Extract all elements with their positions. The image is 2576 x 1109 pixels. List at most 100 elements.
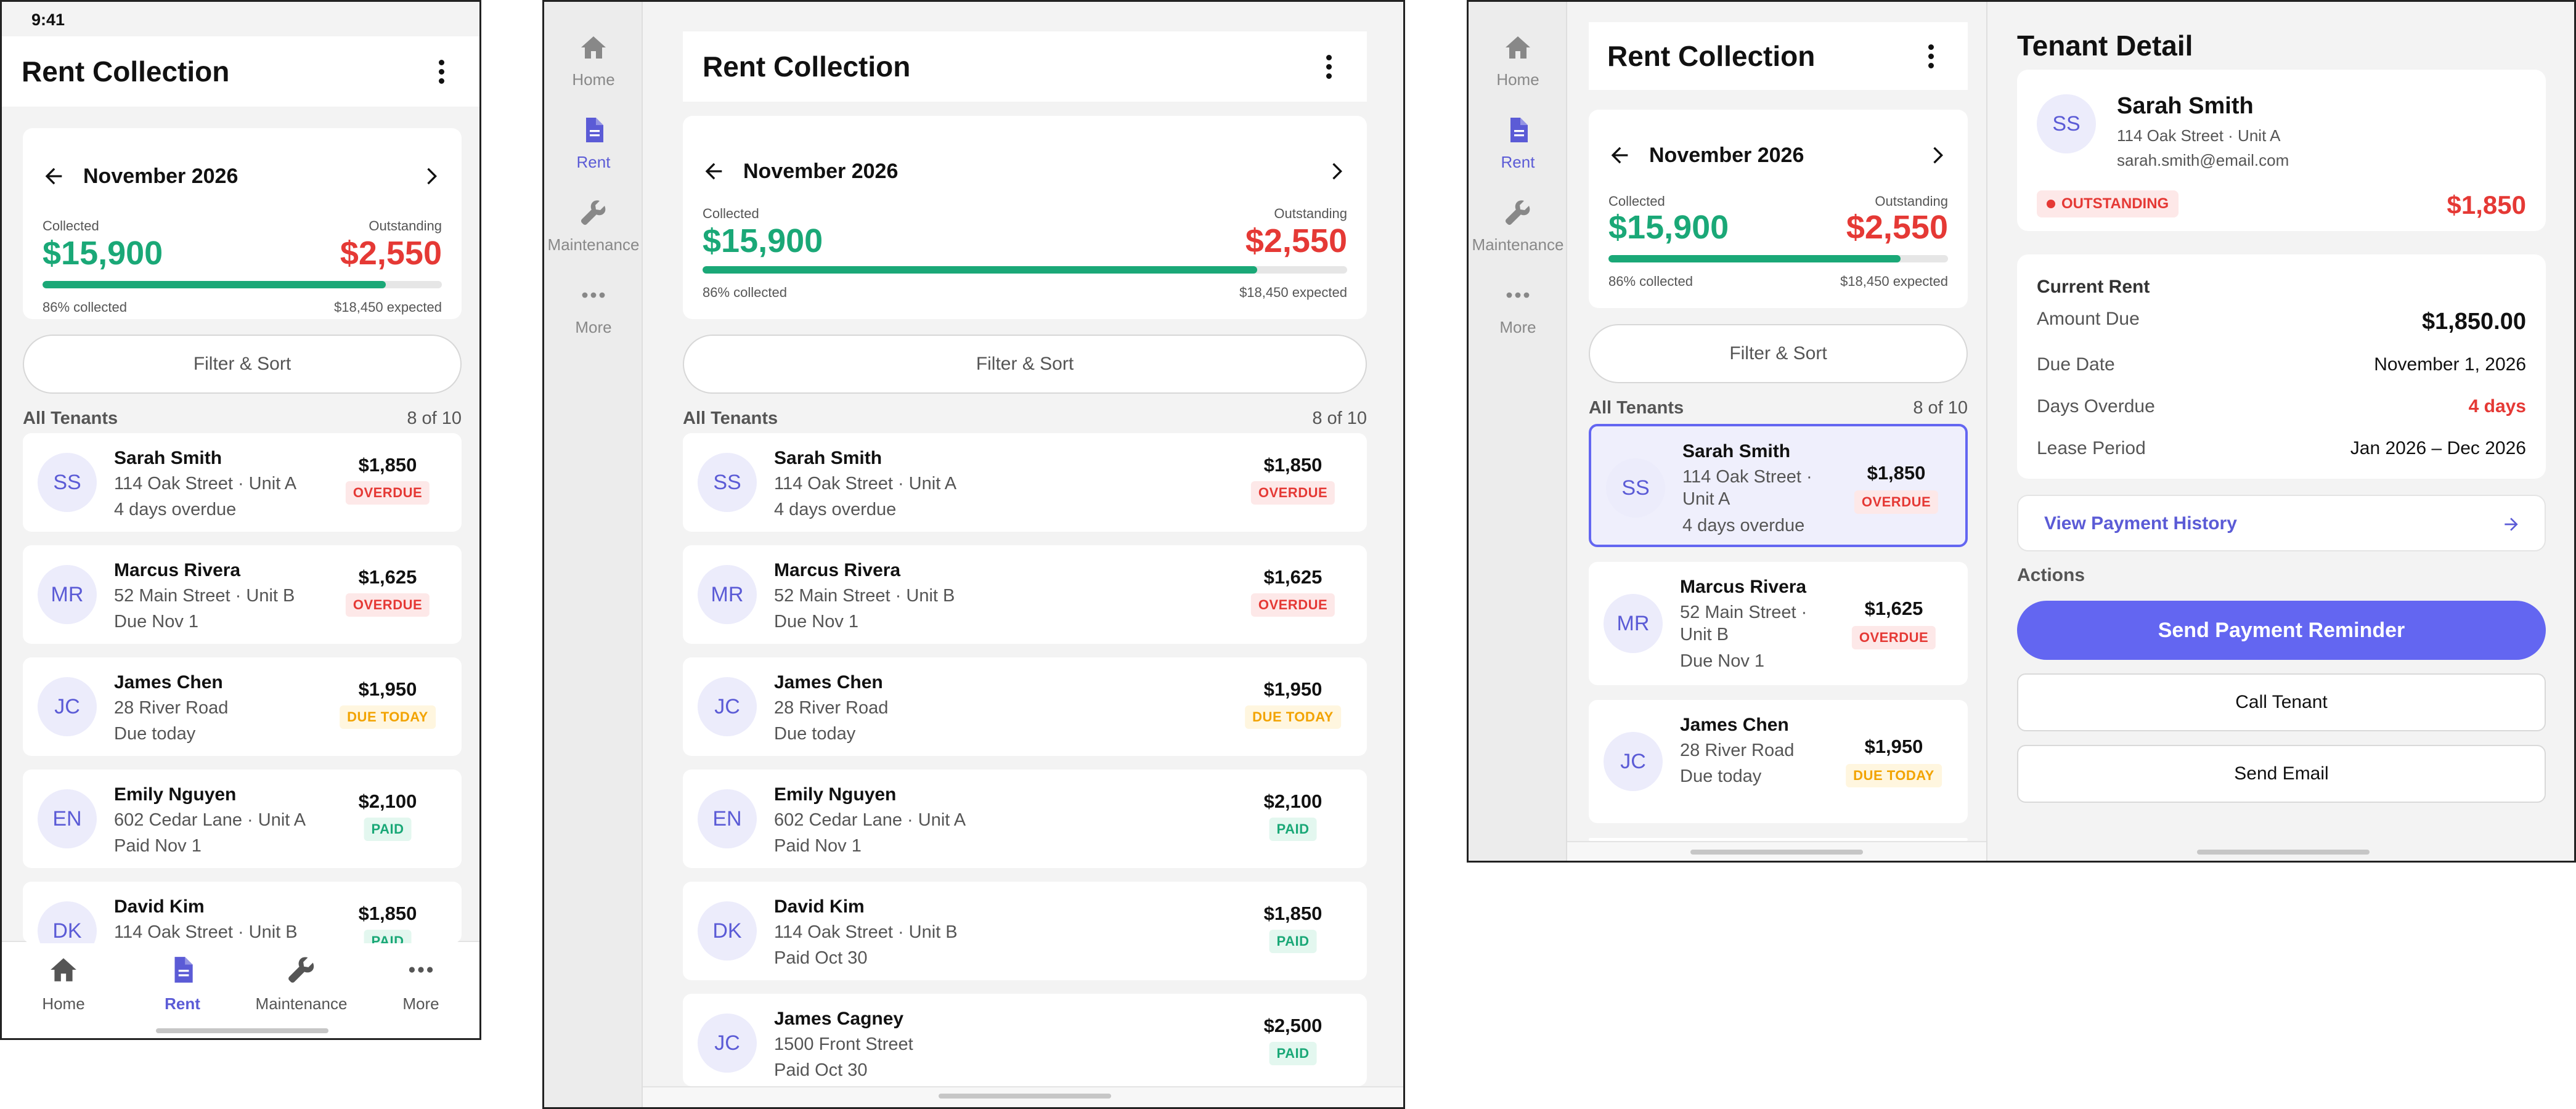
home-indicator: [1690, 850, 1863, 855]
call-tenant-button[interactable]: Call Tenant: [2017, 673, 2546, 731]
tenant-row[interactable]: SS Sarah Smith 114 Oak Street · Unit A 4 day…: [1589, 424, 1968, 547]
tenant-row[interactable]: ENEmily Nguyen602 Cedar Lane · Unit APai…: [683, 770, 1367, 868]
chevron-right-icon: [1925, 143, 1949, 168]
nav-more[interactable]: More: [365, 954, 476, 1014]
nav-rent[interactable]: Rent: [544, 115, 643, 172]
tenant-row[interactable]: MR Marcus Rivera 52 Main Street · Unit B Due…: [1589, 562, 1968, 685]
home-icon: [579, 33, 608, 62]
tenant-name: James Chen: [774, 672, 883, 693]
status-badge: OUTSTANDING: [2037, 190, 2179, 217]
tenant-address: 52 Main Street · Unit B: [774, 586, 955, 606]
tenant-row[interactable]: DKDavid Kim114 Oak Street · Unit BPaid O…: [683, 882, 1367, 980]
tenant-row[interactable]: JC James Chen 28 River Road Due today $1,950…: [23, 657, 462, 756]
avatar: JC: [698, 1014, 757, 1073]
view-payment-history-link[interactable]: View Payment History: [2017, 495, 2546, 551]
tenant-info: David Kim114 Oak Street · Unit BPaid Oct…: [774, 896, 958, 970]
previous-month-button[interactable]: [701, 159, 726, 184]
outstanding-amount: $2,550: [1245, 222, 1347, 259]
avatar: SS: [38, 453, 97, 512]
page-title: Rent Collection: [1607, 40, 1816, 72]
amount-due-row: Amount Due $1,850.00: [2037, 309, 2526, 335]
tenant-info: David Kim114 Oak Street · Unit BPaid Oct…: [114, 896, 298, 943]
tenant-row[interactable]: JC James Cagney 1500 Front Street Paid Oct …: [683, 994, 1367, 1086]
tenant-address-line2: Unit B: [1680, 625, 1729, 645]
avatar: MR: [1604, 594, 1663, 653]
avatar: JC: [38, 677, 97, 736]
status-badge: DUE TODAY: [340, 705, 436, 729]
next-month-button[interactable]: [1324, 159, 1348, 184]
nav-home[interactable]: Home: [544, 33, 643, 89]
tenant-row[interactable]: JC James Chen 28 River Road Due today $1,950…: [683, 657, 1367, 756]
current-rent-card: Current Rent Amount Due $1,850.00 Due Dat…: [2017, 254, 2546, 479]
tenant-info: Marcus Rivera 52 Main Street · Unit B Due …: [114, 560, 295, 633]
tenant-address-line2: Unit A: [1682, 489, 1730, 510]
tenant-name: Sarah Smith: [1682, 441, 1791, 461]
nav-rent[interactable]: Rent: [1469, 115, 1567, 172]
tenant-payment-status: Paid Oct 30: [774, 948, 868, 969]
filter-sort-button[interactable]: Filter & Sort: [1589, 324, 1968, 383]
nav-more[interactable]: More: [1469, 280, 1567, 337]
tenant-name: Emily Nguyen: [114, 784, 237, 805]
nav-rent[interactable]: Rent: [127, 954, 238, 1014]
tenant-address: 1500 Front Street: [774, 1034, 913, 1054]
avatar: MR: [698, 565, 757, 624]
tenant-payment-status: Due today: [114, 724, 196, 744]
collected-amount: $15,900: [43, 235, 163, 272]
tenant-row[interactable]: MR Marcus Rivera 52 Main Street · Unit B Du…: [23, 545, 462, 644]
status-badge: DUE TODAY: [1846, 764, 1942, 787]
filter-sort-button[interactable]: Filter & Sort: [683, 335, 1367, 394]
tenant-row[interactable]: SS Sarah Smith 114 Oak Street · Unit A 4 da…: [23, 433, 462, 532]
nav-rent-label: Rent: [1501, 153, 1535, 171]
expected-total: $18,450 expected: [1840, 274, 1948, 289]
summary-card: November 2026 Collected Outstanding $15,9…: [683, 116, 1367, 319]
filter-sort-button[interactable]: Filter & Sort: [23, 335, 462, 394]
tenant-row[interactable]: ENEmily Nguyen602 Cedar Lane · Unit APai…: [1589, 838, 1968, 841]
rent-amount: $1,850: [1263, 454, 1323, 476]
tenant-row[interactable]: JC James Chen 28 River Road Due today $1,950…: [1589, 700, 1968, 823]
nav-maintenance[interactable]: Maintenance: [544, 198, 643, 254]
next-month-button[interactable]: [1925, 143, 1949, 168]
tenant-name: James Chen: [114, 672, 223, 693]
tablet-screen: Home Rent Maintenance More Rent Collecti…: [542, 0, 1405, 1109]
status-badge-label: OUTSTANDING: [2061, 195, 2169, 212]
days-overdue-row: Days Overdue 4 days: [2037, 396, 2526, 417]
tenant-payment-status: 4 days overdue: [114, 500, 237, 520]
tenant-info: Emily Nguyen 602 Cedar Lane · Unit A Paid …: [114, 784, 306, 858]
more-icon: [1503, 280, 1533, 310]
tenant-payment-status: Paid Oct 30: [774, 1060, 868, 1081]
previous-month-button[interactable]: [1607, 143, 1632, 168]
avatar: MR: [38, 565, 97, 624]
more-options-button[interactable]: [423, 53, 460, 90]
more-options-button[interactable]: [1310, 48, 1347, 85]
tenant-info: Sarah Smith 114 Oak Street · Unit A 4 days…: [774, 448, 956, 521]
nav-maintenance[interactable]: Maintenance: [1469, 198, 1567, 254]
previous-month-button[interactable]: [41, 164, 66, 189]
status-badge: PAID: [364, 930, 412, 943]
status-badge: OVERDUE: [1854, 490, 1939, 514]
next-month-button[interactable]: [418, 164, 443, 189]
list-count: 8 of 10: [1913, 398, 1968, 418]
tenant-payment-status: Paid Nov 1: [114, 836, 202, 856]
page-title: Rent Collection: [703, 51, 911, 83]
nav-more-label: More: [1499, 318, 1536, 336]
nav-more[interactable]: More: [544, 280, 643, 337]
collected-label: Collected: [703, 206, 759, 221]
nav-home[interactable]: Home: [8, 954, 119, 1014]
progress-fill: [703, 266, 1257, 274]
avatar: JC: [698, 677, 757, 736]
tenant-row[interactable]: DKDavid Kim114 Oak Street · Unit BPaid O…: [23, 882, 462, 943]
send-email-button[interactable]: Send Email: [2017, 745, 2546, 803]
send-payment-reminder-button[interactable]: Send Payment Reminder: [2017, 601, 2546, 660]
tenant-row[interactable]: MR Marcus Rivera 52 Main Street · Unit B Du…: [683, 545, 1367, 644]
nav-home[interactable]: Home: [1469, 33, 1567, 89]
nav-maintenance[interactable]: Maintenance: [246, 954, 357, 1014]
tenant-address: 602 Cedar Lane · Unit A: [774, 810, 966, 830]
status-dot: [2047, 200, 2055, 208]
summary-card: November 2026 Collected Outstanding $15,9…: [23, 128, 462, 319]
tenant-row[interactable]: SS Sarah Smith 114 Oak Street · Unit A 4 da…: [683, 433, 1367, 532]
tenant-info: Sarah Smith 114 Oak Street · Unit A 4 days …: [1682, 441, 1812, 537]
more-options-button[interactable]: [1912, 38, 1949, 75]
tenant-info: Marcus Rivera 52 Main Street · Unit B Due N…: [1680, 577, 1807, 672]
tenant-row[interactable]: ENEmily Nguyen602 Cedar Lane · Unit APai…: [23, 770, 462, 868]
nav-rent-label: Rent: [576, 153, 611, 171]
